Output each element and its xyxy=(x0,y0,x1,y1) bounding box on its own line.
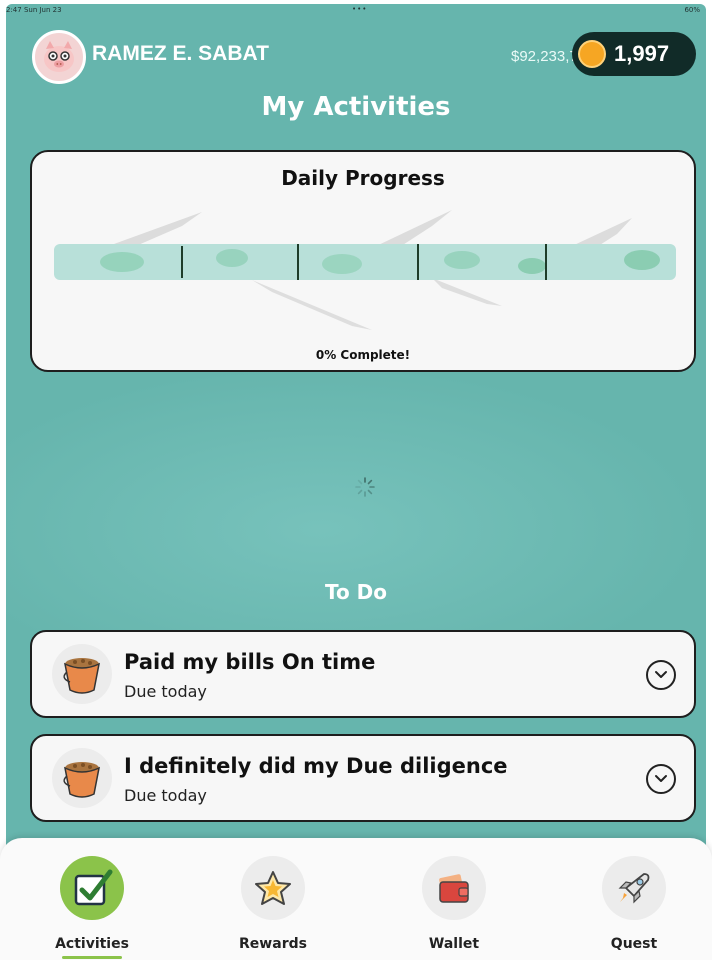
star-icon xyxy=(241,856,305,920)
bamboo-progress-icon xyxy=(54,210,676,330)
todo-title: Paid my bills On time xyxy=(124,650,376,674)
status-time: 2:47 Sun Jun 23 xyxy=(6,6,62,14)
tab-label: Wallet xyxy=(428,936,480,952)
checkmark-icon xyxy=(60,856,124,920)
tab-quest[interactable]: Quest xyxy=(574,856,694,952)
user-name: RAMEZ E. SABAT xyxy=(92,42,269,65)
coin-icon xyxy=(578,40,606,68)
bucket-icon xyxy=(52,748,112,808)
rocket-icon xyxy=(602,856,666,920)
tab-activities[interactable]: Activities xyxy=(32,856,152,959)
active-tab-indicator xyxy=(62,956,122,959)
coin-count: 1,997 xyxy=(614,41,670,66)
pig-avatar-icon xyxy=(44,41,74,72)
tab-label: Rewards xyxy=(239,936,307,952)
coin-balance-pill[interactable]: 1,997 xyxy=(572,32,696,76)
tab-label: Quest xyxy=(610,936,658,952)
page-title: My Activities xyxy=(261,92,451,122)
bottom-tab-bar: Activities Rewards Wallet Quest xyxy=(0,838,712,960)
todo-item[interactable]: Paid my bills On time Due today xyxy=(30,630,696,718)
multitask-dots[interactable]: ••• xyxy=(352,5,367,13)
chevron-down-icon[interactable] xyxy=(646,660,676,690)
tab-label: Activities xyxy=(55,936,129,952)
loading-spinner-icon xyxy=(355,477,375,497)
daily-progress-card: Daily Progress 0% Complete! xyxy=(30,150,696,372)
battery-level: 60% xyxy=(684,6,700,14)
status-bar: 2:47 Sun Jun 23 ••• 60% xyxy=(6,4,706,18)
todo-due: Due today xyxy=(124,786,207,805)
daily-progress-title: Daily Progress xyxy=(281,166,445,190)
chevron-down-icon[interactable] xyxy=(646,764,676,794)
todo-section-title: To Do xyxy=(324,580,388,604)
app-screen: 2:47 Sun Jun 23 ••• 60% RAMEZ E. SABAT $… xyxy=(6,4,706,960)
progress-percent-label: 0% Complete! xyxy=(315,348,411,362)
todo-item[interactable]: I definitely did my Due diligence Due to… xyxy=(30,734,696,822)
wallet-icon xyxy=(422,856,486,920)
tab-wallet[interactable]: Wallet xyxy=(394,856,514,952)
bucket-icon xyxy=(52,644,112,704)
todo-title: I definitely did my Due diligence xyxy=(124,754,508,778)
tab-rewards[interactable]: Rewards xyxy=(213,856,333,952)
avatar[interactable] xyxy=(32,30,86,84)
todo-due: Due today xyxy=(124,682,207,701)
